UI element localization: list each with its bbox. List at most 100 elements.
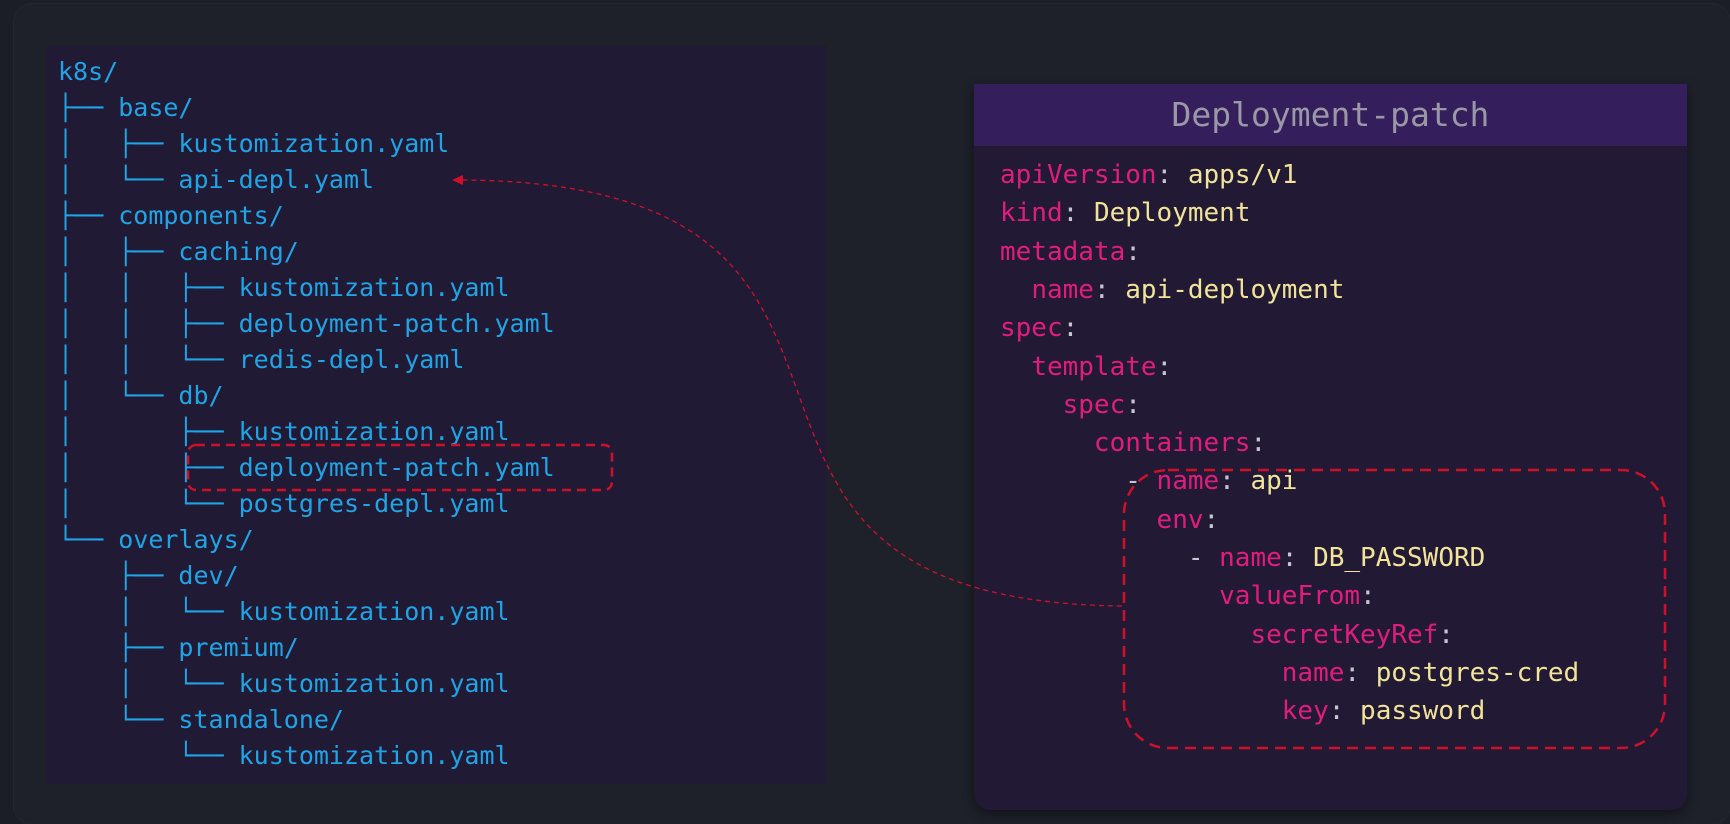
yaml-separator: : xyxy=(1360,581,1376,612)
tree-entry-name: kustomization.yaml xyxy=(238,597,510,626)
tree-entry-name: overlays/ xyxy=(118,525,254,554)
yaml-indent xyxy=(1000,390,1063,420)
yaml-indent xyxy=(1000,466,1125,496)
yaml-key: name xyxy=(1031,274,1094,305)
tree-branch-glyph: │ ├── xyxy=(58,129,179,158)
yaml-indent xyxy=(1000,505,1157,535)
tree-entry: │ ├── caching/ xyxy=(58,234,299,270)
yaml-separator: : xyxy=(1062,313,1079,344)
tree-entry: │ └── postgres-depl.yaml xyxy=(58,486,510,522)
yaml-indent xyxy=(1000,275,1031,305)
tree-branch-glyph: │ ├── xyxy=(58,417,239,446)
tree-entry: │ └── db/ xyxy=(58,378,224,414)
tree-branch-glyph: │ └── xyxy=(58,489,239,518)
panel-header: Deployment-patch xyxy=(974,84,1687,146)
deployment-patch-panel: Deployment-patch apiVersion: apps/v1 kind… xyxy=(974,84,1687,810)
yaml-separator: : xyxy=(1219,466,1251,497)
yaml-separator: : xyxy=(1203,504,1220,535)
tree-entry: │ │ └── redis-depl.yaml xyxy=(58,342,464,378)
tree-entry-name: caching/ xyxy=(178,237,299,266)
yaml-line: name: api-deployment xyxy=(1000,271,1344,309)
yaml-separator: : xyxy=(1344,657,1376,688)
yaml-indent xyxy=(1000,620,1250,650)
tree-entry-name: k8s/ xyxy=(58,57,119,86)
yaml-key: apiVersion xyxy=(1000,160,1157,190)
tree-branch-glyph: ├── xyxy=(58,201,119,230)
tree-branch-glyph: │ │ └── xyxy=(58,345,239,374)
tree-entry-name: standalone/ xyxy=(178,705,344,734)
yaml-key: metadata xyxy=(1000,236,1126,267)
tree-entry: ├── dev/ xyxy=(58,558,239,594)
yaml-indent xyxy=(1000,581,1219,611)
yaml-separator: : xyxy=(1093,274,1126,305)
tree-entry: └── standalone/ xyxy=(58,702,344,738)
tree-entry-name: deployment-patch.yaml xyxy=(238,453,555,482)
yaml-key: key xyxy=(1281,696,1329,727)
yaml-line: spec: xyxy=(1000,386,1141,424)
tree-entry: └── kustomization.yaml xyxy=(58,738,509,774)
tree-entry-name: kustomization.yaml xyxy=(178,129,450,158)
yaml-line: - name: DB_PASSWORD xyxy=(1000,539,1485,577)
yaml-value: apps/v1 xyxy=(1187,160,1298,190)
tree-entry: │ ├── deployment-patch.yaml xyxy=(58,450,555,486)
tree-entry-name: postgres-depl.yaml xyxy=(238,489,510,518)
tree-entry-name: dev/ xyxy=(178,561,239,590)
yaml-value: api xyxy=(1250,466,1298,497)
yaml-line: metadata: xyxy=(1000,233,1141,271)
yaml-line: name: postgres-cred xyxy=(1000,654,1579,692)
yaml-separator: : xyxy=(1156,351,1173,382)
tree-entry: │ └── kustomization.yaml xyxy=(58,666,510,702)
tree-entry: │ ├── kustomization.yaml xyxy=(58,126,449,162)
diagram-canvas: k8s/├── base/│ ├── kustomization.yaml │ └… xyxy=(0,0,1730,824)
yaml-line: containers: xyxy=(1000,424,1266,462)
tree-entry-name: redis-depl.yaml xyxy=(238,345,465,374)
yaml-separator: : xyxy=(1250,428,1267,459)
tree-entry-name: kustomization.yaml xyxy=(238,417,510,446)
yaml-indent xyxy=(1000,428,1094,458)
yaml-value: password xyxy=(1360,696,1486,727)
tree-entry: │ └── api-depl.yaml xyxy=(58,162,374,198)
yaml-key: name xyxy=(1219,543,1282,573)
tree-branch-glyph: ├── xyxy=(58,633,179,662)
yaml-indent xyxy=(1000,352,1031,382)
yaml-indent xyxy=(1000,658,1282,688)
yaml-key: spec xyxy=(1062,389,1126,420)
yaml-separator: : xyxy=(1156,160,1188,190)
tree-entry: │ ├── kustomization.yaml xyxy=(58,414,510,450)
tree-branch-glyph: └── xyxy=(58,525,119,554)
yaml-key: name xyxy=(1156,466,1220,497)
tree-entry-name: components/ xyxy=(118,201,284,230)
tree-branch-glyph: │ └── xyxy=(58,381,179,410)
yaml-indent xyxy=(1000,696,1282,726)
tree-entry-name: kustomization.yaml xyxy=(238,669,510,698)
tree-branch-glyph: │ │ ├── xyxy=(58,273,239,302)
yaml-list-dash: - xyxy=(1187,543,1220,573)
yaml-key: env xyxy=(1156,504,1204,535)
tree-branch-glyph: └── xyxy=(58,741,239,770)
yaml-line: valueFrom: xyxy=(1000,577,1376,615)
tree-branch-glyph: ├── xyxy=(58,561,179,590)
yaml-key: kind xyxy=(1000,198,1063,229)
tree-branch-glyph: │ │ ├── xyxy=(58,309,239,338)
yaml-separator: : xyxy=(1062,198,1094,229)
tree-entry-name: base/ xyxy=(118,93,194,122)
tree-entry: ├── base/ xyxy=(58,90,193,126)
yaml-value: DB_PASSWORD xyxy=(1313,543,1486,573)
tree-branch-glyph: ├── xyxy=(58,93,119,122)
tree-entry-name: deployment-patch.yaml xyxy=(238,309,555,338)
tree-entry: │ │ ├── deployment-patch.yaml xyxy=(58,306,555,342)
yaml-key: spec xyxy=(1000,313,1063,344)
tree-branch-glyph: │ ├── xyxy=(58,453,239,482)
tree-branch-glyph: │ └── xyxy=(58,669,239,698)
yaml-line: template: xyxy=(1000,348,1172,386)
yaml-key: valueFrom xyxy=(1219,581,1361,612)
yaml-line: key: password xyxy=(1000,692,1486,730)
yaml-line: env: xyxy=(1000,501,1220,539)
tree-entry-name: premium/ xyxy=(178,633,299,662)
yaml-separator: : xyxy=(1328,696,1361,727)
yaml-line: - name: api xyxy=(1000,462,1297,500)
panel-title: Deployment-patch xyxy=(1171,95,1490,134)
file-tree-panel: k8s/├── base/│ ├── kustomization.yaml │ └… xyxy=(46,46,827,784)
yaml-separator: : xyxy=(1125,389,1141,420)
yaml-line: kind: Deployment xyxy=(1000,194,1250,232)
